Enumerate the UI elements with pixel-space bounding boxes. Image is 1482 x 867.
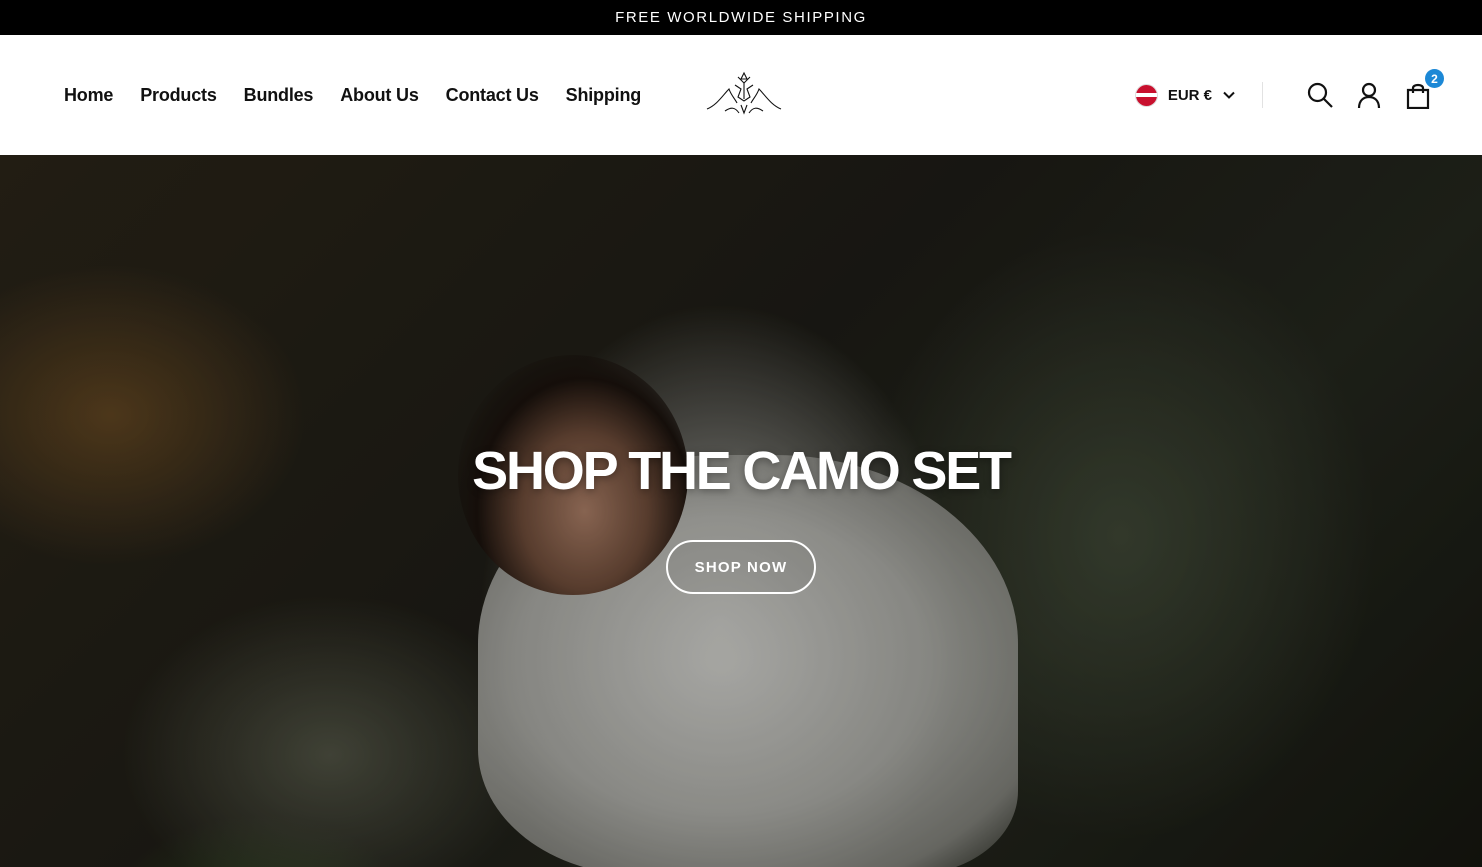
header-tools: EUR € 2 [1134,35,1444,155]
nav-item-bundles[interactable]: Bundles [244,85,314,106]
cart-count-badge: 2 [1425,69,1444,88]
nav-item-contact-us[interactable]: Contact Us [446,85,539,106]
currency-selector[interactable]: EUR € [1134,83,1236,107]
user-icon[interactable] [1355,81,1383,109]
hero-banner: SHOP THE CAMO SET SHOP NOW [0,155,1482,867]
header-divider [1262,82,1263,108]
announcement-bar: FREE WORLDWIDE SHIPPING [0,0,1482,35]
shop-now-button[interactable]: SHOP NOW [666,540,816,594]
latvia-flag-icon [1134,83,1158,107]
hero-title: SHOP THE CAMO SET [472,441,1012,501]
main-nav: Home Products Bundles About Us Contact U… [64,85,668,106]
nav-item-products[interactable]: Products [140,85,217,106]
announcement-text: FREE WORLDWIDE SHIPPING [615,9,867,26]
nav-item-home[interactable]: Home [64,85,113,106]
hero-content: SHOP THE CAMO SET SHOP NOW [0,440,1482,594]
nav-item-shipping[interactable]: Shipping [566,85,642,106]
nav-item-about-us[interactable]: About Us [340,85,419,106]
site-header: Home Products Bundles About Us Contact U… [0,35,1482,155]
brand-logo-icon[interactable] [705,69,783,117]
shopping-bag-icon[interactable]: 2 [1404,69,1444,110]
chevron-down-icon [1223,91,1235,99]
currency-label: EUR € [1167,86,1212,104]
search-icon[interactable] [1306,81,1334,109]
